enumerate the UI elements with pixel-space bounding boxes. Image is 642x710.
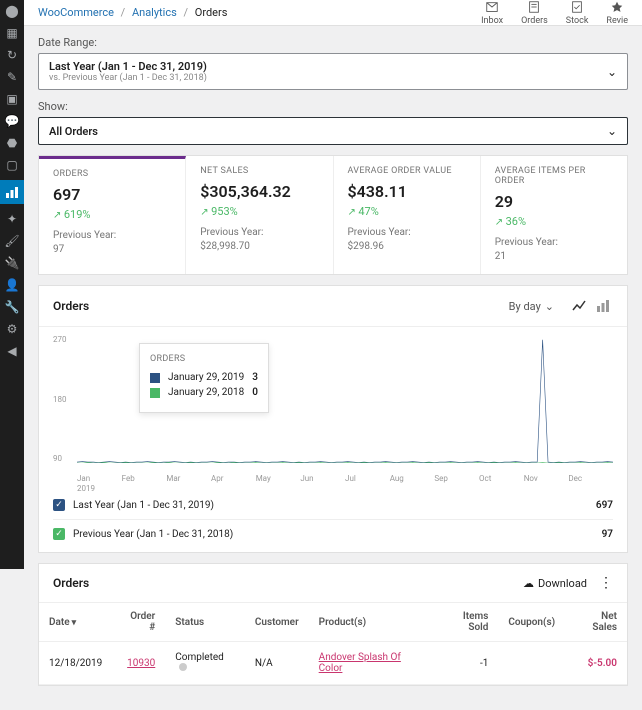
stat-delta: 36%: [495, 215, 613, 228]
stat-value: $305,364.32: [200, 182, 318, 201]
stat-value: 29: [495, 192, 613, 211]
topbar-orders[interactable]: Orders: [521, 0, 548, 26]
topbar-inbox[interactable]: Inbox: [481, 0, 503, 26]
marketing-icon[interactable]: ✦: [5, 212, 19, 226]
chart-title: Orders: [53, 299, 89, 313]
stat-aipo[interactable]: AVERAGE ITEMS PER ORDER 29 36% Previous …: [481, 156, 627, 274]
x-axis-year: 2019: [77, 484, 95, 493]
admin-sidebar: ⬤ ▦ ↻ ✎ ▣ 💬 ⬣ ▢ ✦ 🖌 🔌 👤 🔧 ⚙ ◀: [0, 0, 24, 569]
breadcrumb: WooCommerce / Analytics / Orders: [38, 6, 481, 19]
chevron-down-icon: ⌄: [607, 124, 617, 138]
stat-delta: 619%: [53, 208, 171, 221]
stat-prev-year: Previous Year:21: [495, 236, 613, 264]
legend-row[interactable]: ✓Last Year (Jan 1 - Dec 31, 2019)697: [53, 495, 613, 520]
legend-swatch: [150, 373, 160, 383]
more-menu-button[interactable]: ⋮: [599, 576, 613, 590]
chevron-down-icon: ⌄: [545, 300, 554, 313]
tools-icon[interactable]: 🔧: [5, 300, 19, 314]
interval-select[interactable]: By day ⌄: [504, 297, 559, 316]
stat-label: ORDERS: [53, 169, 171, 179]
stat-delta: 953%: [200, 205, 318, 218]
stat-prev-year: Previous Year:$298.96: [348, 226, 466, 254]
plugins-icon[interactable]: 🔌: [5, 256, 19, 270]
show-label: Show:: [38, 100, 628, 113]
wp-icon[interactable]: ⬤: [5, 4, 19, 18]
stat-label: AVERAGE ITEMS PER ORDER: [495, 166, 613, 186]
stat-label: NET SALES: [200, 166, 318, 176]
show-select[interactable]: All Orders ⌄: [38, 117, 628, 145]
download-button[interactable]: ☁Download: [523, 577, 587, 590]
line-chart-toggle[interactable]: [569, 296, 589, 316]
sort-desc-icon: ▾: [72, 618, 77, 628]
col-header[interactable]: Order #: [112, 603, 165, 642]
media-icon[interactable]: ▣: [5, 92, 19, 106]
crumb-leaf: Orders: [195, 6, 228, 19]
table-row: 12/18/2019 10930 Completed N/A Andover S…: [39, 642, 627, 685]
stats-cards: ORDERS 697 619% Previous Year:97NET SALE…: [38, 155, 628, 275]
orders-table: Date▾Order #StatusCustomerProduct(s)Item…: [39, 603, 627, 685]
stat-delta: 47%: [348, 205, 466, 218]
stat-label: AVERAGE ORDER VALUE: [348, 166, 466, 176]
status-dot-icon: [179, 663, 187, 671]
appearance-icon[interactable]: 🖌: [5, 234, 19, 248]
order-link[interactable]: 10930: [127, 658, 155, 669]
chevron-down-icon: ⌄: [607, 65, 617, 79]
table-title: Orders: [53, 576, 89, 590]
users-icon[interactable]: 👤: [5, 278, 19, 292]
legend-row[interactable]: ✓Previous Year (Jan 1 - Dec 31, 2018)97: [53, 524, 613, 544]
woo-icon[interactable]: ⬣: [5, 136, 19, 150]
topbar-stock[interactable]: Stock: [566, 0, 589, 26]
stat-prev-year: Previous Year:$28,998.70: [200, 226, 318, 254]
analytics-icon[interactable]: [0, 180, 24, 204]
date-range-label: Date Range:: [38, 36, 628, 49]
legend-swatch: [150, 388, 160, 398]
col-header[interactable]: Net Sales: [565, 603, 627, 642]
legend-checkbox[interactable]: ✓: [53, 499, 65, 511]
chart-body[interactable]: 27018090 JanFebMarAprMayJunJulAugSepOctN…: [39, 327, 627, 487]
crumb-analytics[interactable]: Analytics: [132, 6, 177, 19]
bar-chart-toggle[interactable]: [593, 296, 613, 316]
products-icon[interactable]: ▢: [5, 158, 19, 172]
stat-orders[interactable]: ORDERS 697 619% Previous Year:97: [39, 156, 186, 274]
crumb-root[interactable]: WooCommerce: [38, 6, 114, 19]
chart-legend: ✓Last Year (Jan 1 - Dec 31, 2019)697 ✓Pre…: [39, 487, 627, 552]
posts-icon[interactable]: ✎: [5, 70, 19, 84]
settings-icon[interactable]: ⚙: [5, 322, 19, 336]
comments-icon[interactable]: 💬: [5, 114, 19, 128]
col-header[interactable]: Coupon(s): [498, 603, 565, 642]
stat-netsales[interactable]: NET SALES $305,364.32 953% Previous Year…: [186, 156, 333, 274]
download-icon: ☁: [523, 577, 534, 590]
orders-table-card: Orders ☁Download ⋮ Date▾Order #StatusCus…: [38, 563, 628, 686]
updates-icon[interactable]: ↻: [5, 48, 19, 62]
col-header[interactable]: Date▾: [39, 603, 112, 642]
chart-card: Orders By day ⌄ 27018090 JanFebMarAprMay…: [38, 285, 628, 553]
legend-checkbox[interactable]: ✓: [53, 528, 65, 540]
stat-aov[interactable]: AVERAGE ORDER VALUE $438.11 47% Previous…: [334, 156, 481, 274]
product-link[interactable]: Andover Splash Of Color: [319, 652, 401, 674]
topbar: WooCommerce / Analytics / Orders Inbox O…: [24, 0, 642, 26]
stat-value: 697: [53, 185, 171, 204]
collapse-icon[interactable]: ◀: [5, 344, 19, 358]
dashboard-icon[interactable]: ▦: [5, 26, 19, 40]
col-header[interactable]: Product(s): [309, 603, 433, 642]
col-header[interactable]: Items Sold: [432, 603, 498, 642]
date-range-select[interactable]: Last Year (Jan 1 - Dec 31, 2019) vs. Pre…: [38, 53, 628, 90]
stat-prev-year: Previous Year:97: [53, 229, 171, 257]
chart-tooltip: ORDERS January 29, 20193January 29, 2018…: [139, 343, 269, 413]
topbar-reviews[interactable]: Revie: [606, 0, 628, 26]
col-header[interactable]: Customer: [245, 603, 309, 642]
col-header[interactable]: Status: [165, 603, 245, 642]
stat-value: $438.11: [348, 182, 466, 201]
